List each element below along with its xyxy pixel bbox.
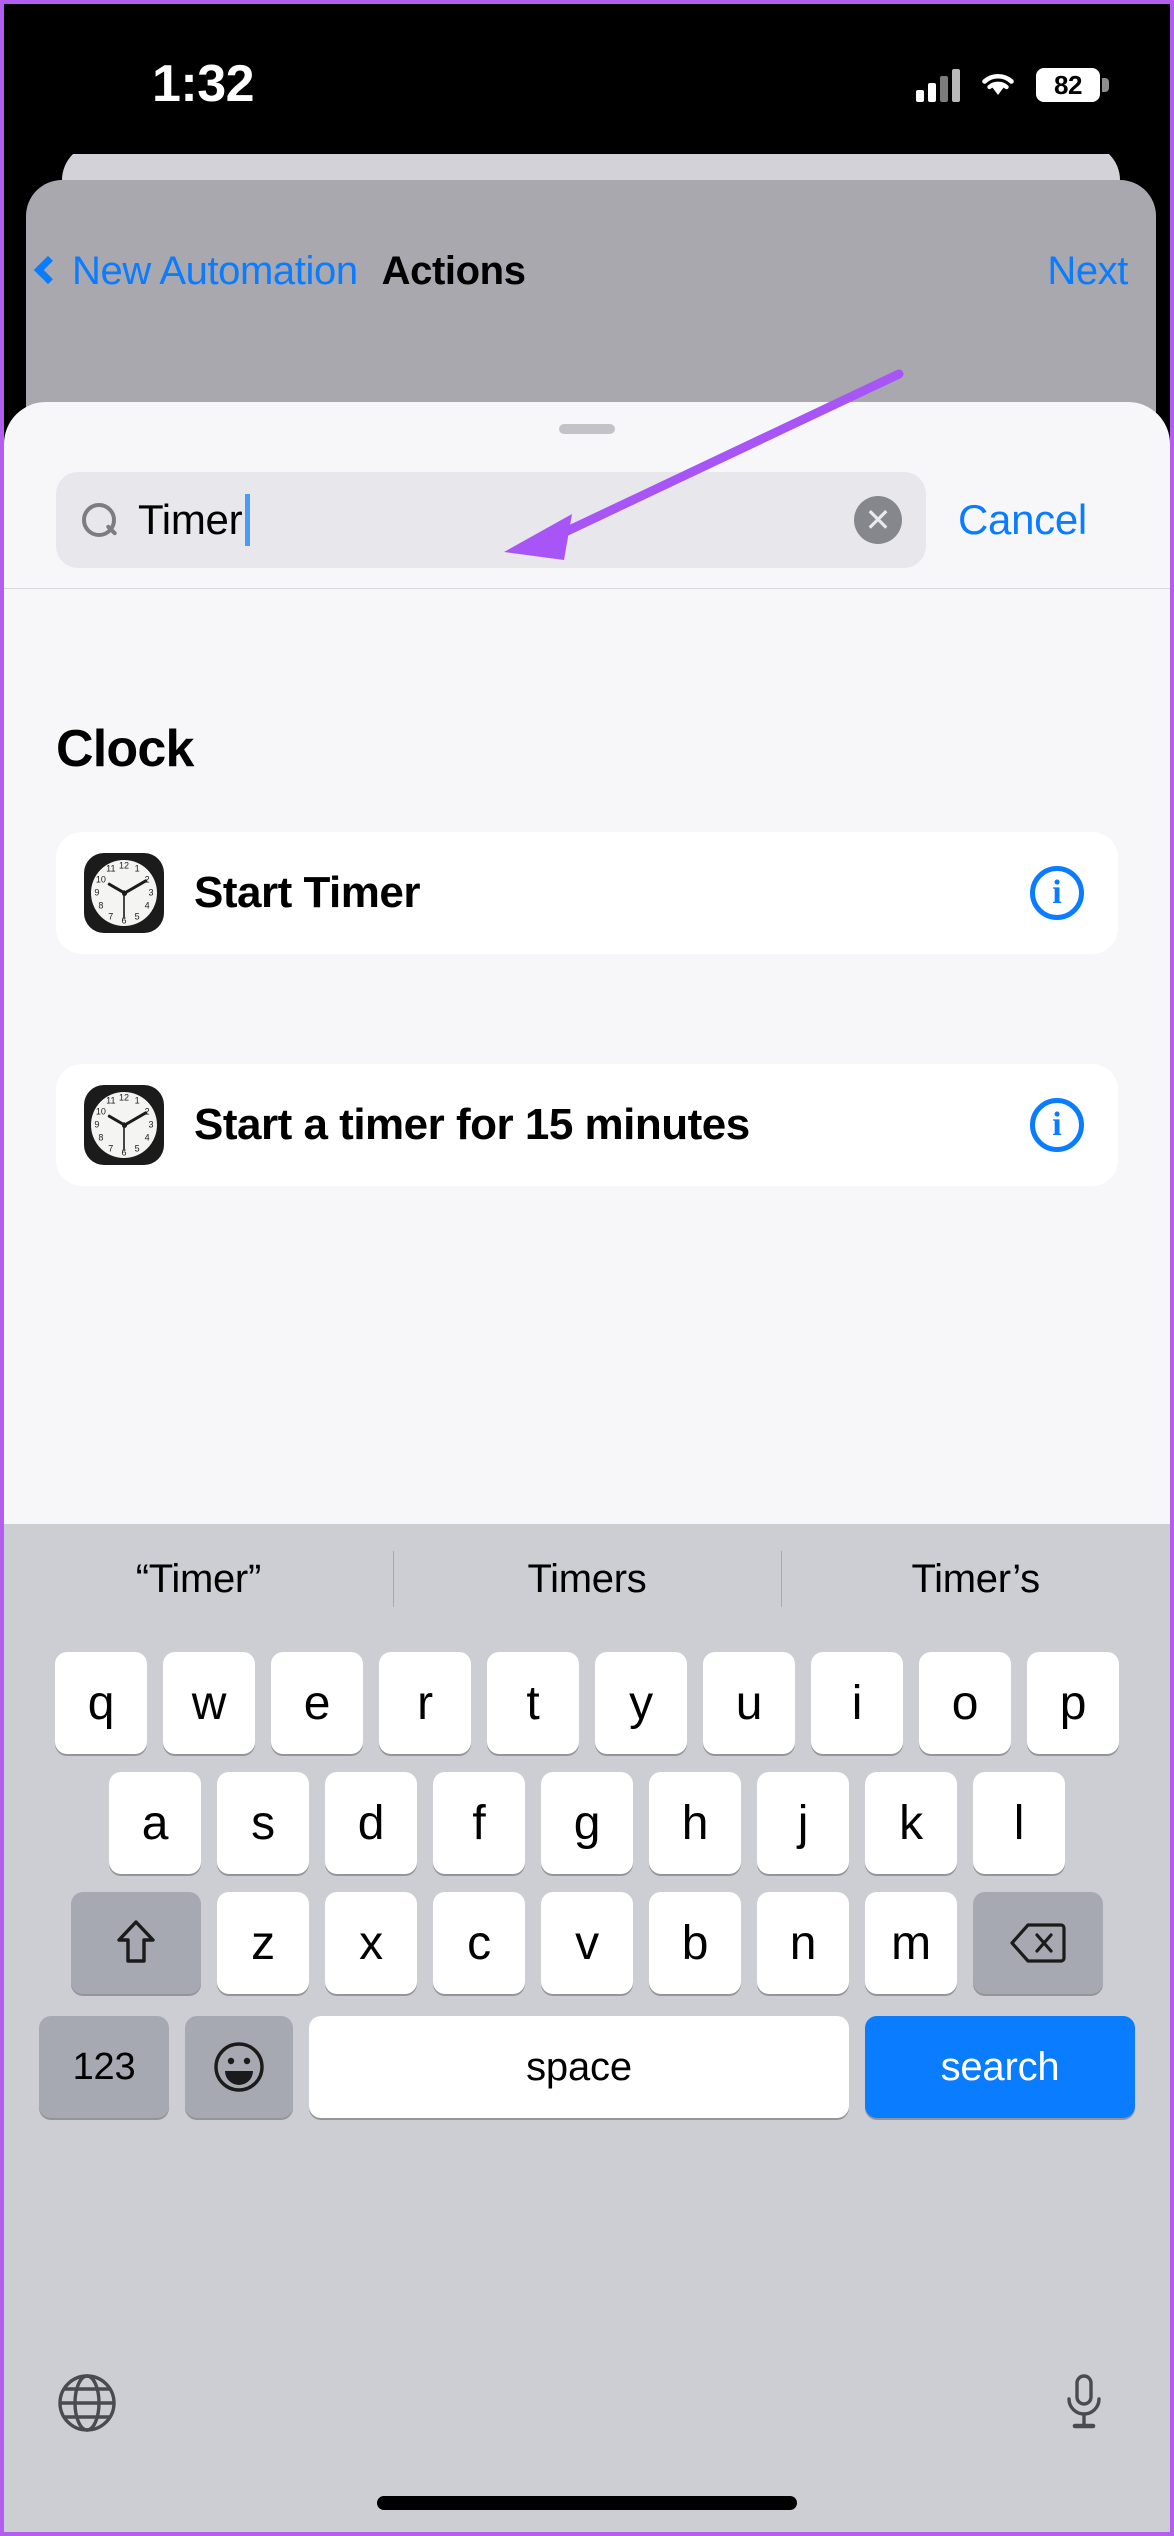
keyboard-bottom-bar xyxy=(4,2350,1170,2532)
battery-icon: 82 xyxy=(1036,68,1109,102)
key-v[interactable]: v xyxy=(541,1892,633,1994)
clock-minute-hand xyxy=(123,878,148,895)
sheet-grabber[interactable] xyxy=(559,424,615,434)
on-screen-keyboard: “Timer” Timers Timer’s q w e r t y u i o… xyxy=(4,1524,1170,2532)
navigation-bar: New Automation Actions Next xyxy=(26,226,1156,316)
action-search-sheet: Timer ✕ Cancel Clock 12 1 2 3 4 5 6 7 8 … xyxy=(4,402,1170,1524)
key-d[interactable]: d xyxy=(325,1772,417,1874)
result-label: Start Timer xyxy=(194,868,421,917)
back-button[interactable]: New Automation xyxy=(33,248,358,294)
key-t[interactable]: t xyxy=(487,1652,579,1754)
key-u[interactable]: u xyxy=(703,1652,795,1754)
emoji-smiley-icon[interactable] xyxy=(185,2016,293,2118)
globe-icon[interactable] xyxy=(56,2372,118,2439)
key-a[interactable]: a xyxy=(109,1772,201,1874)
search-results-list: Clock 12 1 2 3 4 5 6 7 8 9 10 11 Start T… xyxy=(4,589,1170,1524)
result-label: Start a timer for 15 minutes xyxy=(194,1100,750,1149)
key-l[interactable]: l xyxy=(973,1772,1065,1874)
result-row-start-timer-15[interactable]: 12 1 2 3 4 5 6 7 8 9 10 11 Start a timer… xyxy=(56,1064,1118,1186)
search-input-value: Timer xyxy=(138,496,243,543)
cancel-button[interactable]: Cancel xyxy=(958,496,1087,544)
result-row-start-timer[interactable]: 12 1 2 3 4 5 6 7 8 9 10 11 Start Timer i xyxy=(56,832,1118,954)
clock-app-icon: 12 1 2 3 4 5 6 7 8 9 10 11 xyxy=(84,1085,164,1165)
search-input[interactable]: Timer ✕ xyxy=(56,472,926,568)
key-o[interactable]: o xyxy=(919,1652,1011,1754)
typing-suggestions-bar: “Timer” Timers Timer’s xyxy=(4,1524,1170,1634)
key-c[interactable]: c xyxy=(433,1892,525,1994)
keyboard-row-4: 123 space search xyxy=(4,2016,1170,2118)
suggestion-chip-2[interactable]: Timer’s xyxy=(781,1557,1170,1602)
key-z[interactable]: z xyxy=(217,1892,309,1994)
key-r[interactable]: r xyxy=(379,1652,471,1754)
search-key[interactable]: search xyxy=(865,2016,1135,2118)
key-p[interactable]: p xyxy=(1027,1652,1119,1754)
keyboard-row-1: q w e r t y u i o p xyxy=(4,1652,1170,1754)
wifi-icon xyxy=(978,68,1018,103)
keyboard-row-2: a s d f g h j k l xyxy=(4,1772,1170,1874)
search-bar-row: Timer ✕ Cancel xyxy=(4,460,1170,580)
battery-percent: 82 xyxy=(1054,69,1082,100)
key-e[interactable]: e xyxy=(271,1652,363,1754)
suggestion-chip-1[interactable]: Timers xyxy=(393,1557,782,1602)
keyboard-row-3: z x c v b n m xyxy=(4,1892,1170,1994)
status-indicators: 82 xyxy=(916,68,1109,103)
clear-search-button[interactable]: ✕ xyxy=(854,496,902,544)
iphone-screen: 1:32 82 New Automation Actions Next Time… xyxy=(0,0,1174,2536)
next-button[interactable]: Next xyxy=(1047,249,1128,294)
clock-face: 12 1 2 3 4 5 6 7 8 9 10 11 xyxy=(91,860,157,926)
key-s[interactable]: s xyxy=(217,1772,309,1874)
back-button-label: New Automation xyxy=(72,248,358,293)
clock-center-dot xyxy=(121,890,127,896)
suggestion-chip-0[interactable]: “Timer” xyxy=(4,1557,393,1602)
home-indicator[interactable] xyxy=(377,2496,797,2510)
clock-minute-hand xyxy=(123,1110,148,1127)
text-cursor xyxy=(245,494,251,546)
delete-backward-icon xyxy=(1010,1922,1066,1964)
page-title: Actions xyxy=(381,248,526,293)
status-time: 1:32 xyxy=(152,55,255,113)
key-m[interactable]: m xyxy=(865,1892,957,1994)
key-b[interactable]: b xyxy=(649,1892,741,1994)
key-k[interactable]: k xyxy=(865,1772,957,1874)
key-g[interactable]: g xyxy=(541,1772,633,1874)
microphone-icon[interactable] xyxy=(1056,2372,1112,2439)
key-i[interactable]: i xyxy=(811,1652,903,1754)
status-bar: 1:32 82 xyxy=(4,4,1170,154)
delete-key[interactable] xyxy=(973,1892,1103,1994)
shift-key[interactable] xyxy=(71,1892,201,1994)
clock-center-dot xyxy=(121,1122,127,1128)
cellular-bars-icon xyxy=(916,68,960,102)
numbers-key[interactable]: 123 xyxy=(39,2016,169,2118)
key-y[interactable]: y xyxy=(595,1652,687,1754)
key-j[interactable]: j xyxy=(757,1772,849,1874)
magnifying-glass-icon xyxy=(82,503,116,537)
shift-arrow-icon xyxy=(116,1919,156,1967)
info-circle-icon[interactable]: i xyxy=(1030,1098,1084,1152)
chevron-left-icon xyxy=(33,255,63,285)
key-h[interactable]: h xyxy=(649,1772,741,1874)
key-q[interactable]: q xyxy=(55,1652,147,1754)
clock-app-icon: 12 1 2 3 4 5 6 7 8 9 10 11 xyxy=(84,853,164,933)
section-header-clock: Clock xyxy=(56,720,194,778)
clock-face: 12 1 2 3 4 5 6 7 8 9 10 11 xyxy=(91,1092,157,1158)
key-f[interactable]: f xyxy=(433,1772,525,1874)
key-w[interactable]: w xyxy=(163,1652,255,1754)
space-key[interactable]: space xyxy=(309,2016,849,2118)
key-x[interactable]: x xyxy=(325,1892,417,1994)
key-n[interactable]: n xyxy=(757,1892,849,1994)
info-circle-icon[interactable]: i xyxy=(1030,866,1084,920)
